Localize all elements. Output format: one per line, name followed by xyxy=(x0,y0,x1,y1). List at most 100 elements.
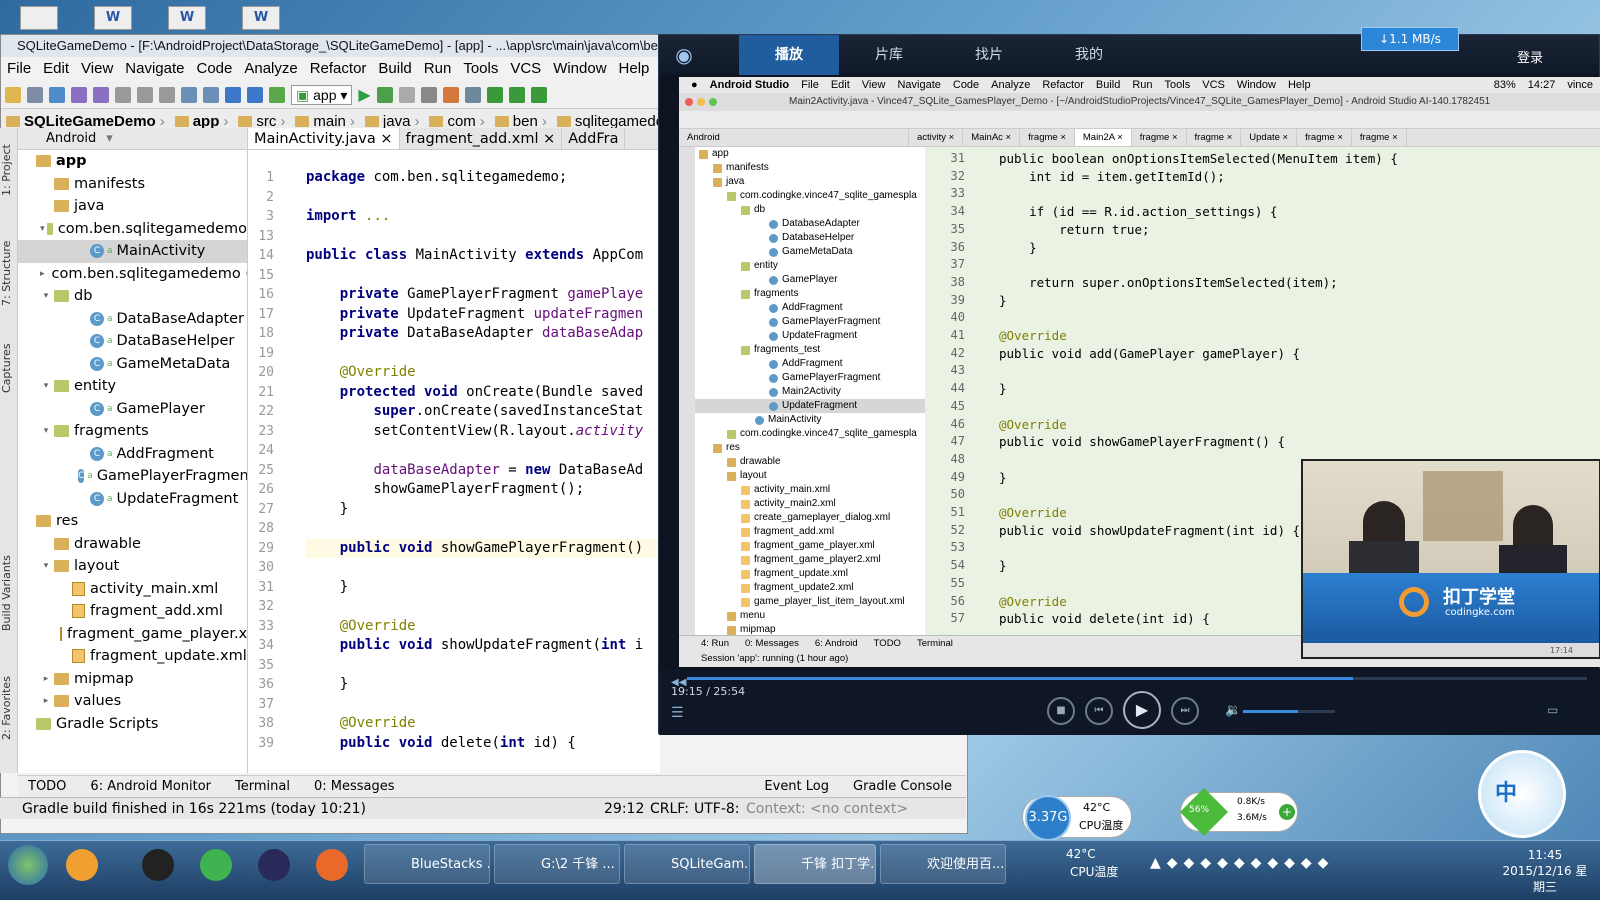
tool-window-1[interactable]: 6: Android Monitor xyxy=(90,776,211,797)
volume-slider[interactable] xyxy=(1243,710,1335,713)
avd-manager-icon[interactable] xyxy=(486,86,503,103)
line-separator[interactable]: CRLF: xyxy=(650,798,689,820)
tree-folder[interactable]: ▸ com.ben.sqlitegamedemo ( xyxy=(18,263,247,286)
tree-class[interactable]: Ca UpdateFragment xyxy=(18,488,247,511)
project-tool-tab[interactable]: 1: Project xyxy=(0,140,18,200)
tray-icons[interactable]: ▲◆◆◆◆◆◆◆◆◆◆ xyxy=(1150,855,1334,871)
tree-folder[interactable]: app xyxy=(18,150,247,173)
tab-mine[interactable]: 我的 xyxy=(1039,35,1139,75)
menu-item-window[interactable]: Window xyxy=(547,57,612,81)
tree-folder[interactable]: ▾ com.ben.sqlitegamedemo xyxy=(18,218,247,241)
structure-tool-tab[interactable]: 7: Structure xyxy=(0,238,18,308)
tree-folder[interactable]: Gradle Scripts xyxy=(18,713,247,736)
start-button[interactable] xyxy=(8,845,48,885)
tab-play[interactable]: 播放 xyxy=(739,35,839,75)
tree-class[interactable]: Ca DataBaseHelper xyxy=(18,330,247,353)
word-document-icon[interactable]: W xyxy=(168,6,206,30)
undo-icon[interactable] xyxy=(71,86,87,103)
chevron-right-icon[interactable]: ▸ xyxy=(40,690,52,713)
code-area[interactable]: package com.ben.sqlitegamedemo; import ..… xyxy=(306,168,660,753)
menu-item-vcs[interactable]: VCS xyxy=(504,57,547,81)
fullscreen-icon[interactable]: ▭ xyxy=(1547,703,1558,717)
tree-class[interactable]: Ca GamePlayer xyxy=(18,398,247,421)
tree-class[interactable]: Ca DataBaseAdapter xyxy=(18,308,247,331)
word-document-icon[interactable]: W xyxy=(242,6,280,30)
volume-icon[interactable]: 🔉 xyxy=(1225,703,1241,718)
tree-folder[interactable]: res xyxy=(18,510,247,533)
chevron-down-icon[interactable]: ▾ xyxy=(40,555,52,578)
captures-tool-tab[interactable]: Captures xyxy=(0,338,18,398)
tree-folder[interactable]: manifests xyxy=(18,173,247,196)
tree-class[interactable]: Ca MainActivity xyxy=(18,240,247,263)
favorites-tool-tab[interactable]: 2: Favorites xyxy=(0,673,18,743)
menu-item-code[interactable]: Code xyxy=(190,57,238,81)
make-project-icon[interactable] xyxy=(269,86,285,103)
tree-folder[interactable]: ▾ layout xyxy=(18,555,247,578)
menu-item-view[interactable]: View xyxy=(75,57,119,81)
back-icon[interactable] xyxy=(225,86,241,103)
chevron-down-icon[interactable]: ▾ xyxy=(40,218,45,241)
login-link[interactable]: 登录 xyxy=(1517,47,1543,66)
ime-floating-ball[interactable]: 中 xyxy=(1478,750,1566,838)
cpu-widget[interactable]: 3.37G 42°C CPU温度 xyxy=(1022,795,1132,841)
tree-file[interactable]: fragment_game_player.x xyxy=(18,623,247,646)
open-folder-icon[interactable] xyxy=(5,86,21,103)
tool-window-2[interactable]: Terminal xyxy=(235,776,290,797)
firefox-icon[interactable] xyxy=(316,849,348,881)
tool-window-3[interactable]: 0: Messages xyxy=(314,776,395,797)
tree-file[interactable]: fragment_add.xml xyxy=(18,600,247,623)
word-document-icon[interactable]: W xyxy=(94,6,132,30)
stop-button[interactable]: ■ xyxy=(1047,697,1075,725)
menu-item-navigate[interactable]: Navigate xyxy=(119,57,190,81)
find-icon[interactable] xyxy=(181,86,197,103)
editor-tab[interactable]: fragment_add.xml × xyxy=(400,128,563,149)
project-structure-icon[interactable] xyxy=(442,86,459,103)
menu-item-tools[interactable]: Tools xyxy=(457,57,504,81)
chevron-down-icon[interactable]: ▾ xyxy=(106,128,113,149)
taskbar-android-studio[interactable]: SQLiteGam... xyxy=(624,844,750,884)
caret-position[interactable]: 29:12 xyxy=(604,798,644,820)
menu-item-help[interactable]: Help xyxy=(613,57,656,81)
next-button[interactable]: ⏭ xyxy=(1171,697,1199,725)
desktop-folder-icon[interactable] xyxy=(20,6,58,30)
tree-file[interactable]: activity_main.xml xyxy=(18,578,247,601)
tab-find[interactable]: 找片 xyxy=(939,35,1039,75)
sdk-manager-icon[interactable] xyxy=(464,86,481,103)
menu-item-build[interactable]: Build xyxy=(372,57,417,81)
chevron-down-icon[interactable]: ▾ xyxy=(40,420,52,443)
android-monitor-icon[interactable] xyxy=(530,86,547,103)
menu-item-edit[interactable]: Edit xyxy=(37,57,75,81)
copy-icon[interactable] xyxy=(137,86,153,103)
tab-library[interactable]: 片库 xyxy=(839,35,939,75)
run-config-select[interactable]: ▣ app ▾ xyxy=(291,84,353,105)
tree-folder[interactable]: ▸ values xyxy=(18,690,247,713)
forward-icon[interactable] xyxy=(247,86,263,103)
redo-icon[interactable] xyxy=(93,86,109,103)
sync-icon[interactable] xyxy=(49,86,65,103)
pinned-app-icon[interactable] xyxy=(66,849,98,881)
stop-icon[interactable] xyxy=(420,86,437,103)
network-widget[interactable]: 56% 0.8K/s 3.6M/s + xyxy=(1179,787,1298,837)
taskbar-explorer[interactable]: G:\2 千锋 ... xyxy=(494,844,620,884)
tree-folder[interactable]: java xyxy=(18,195,247,218)
previous-button[interactable]: ⏮ xyxy=(1085,697,1113,725)
tree-class[interactable]: Ca GameMetaData xyxy=(18,353,247,376)
sync-gradle-icon[interactable] xyxy=(508,86,525,103)
eclipse-icon[interactable] xyxy=(258,849,290,881)
file-encoding[interactable]: UTF-8: xyxy=(694,798,740,820)
chevron-down-icon[interactable]: ▾ xyxy=(40,285,52,308)
menu-item-analyze[interactable]: Analyze xyxy=(238,57,303,81)
add-icon[interactable]: + xyxy=(1279,804,1295,820)
debug-icon[interactable] xyxy=(376,86,393,103)
chevron-down-icon[interactable]: ▾ xyxy=(40,375,52,398)
menu-item-refactor[interactable]: Refactor xyxy=(304,57,373,81)
chevron-right-icon[interactable]: ▸ xyxy=(40,668,52,691)
tree-file[interactable]: fragment_update.xml xyxy=(18,645,247,668)
chevron-right-icon[interactable]: ▸ xyxy=(40,263,45,286)
menu-item-run[interactable]: Run xyxy=(418,57,458,81)
tool-window-0[interactable]: TODO xyxy=(28,776,66,797)
replace-icon[interactable] xyxy=(203,86,219,103)
tree-folder[interactable]: ▾ fragments xyxy=(18,420,247,443)
playlist-icon[interactable]: ☰ xyxy=(671,705,684,721)
progress-track[interactable] xyxy=(687,677,1587,680)
